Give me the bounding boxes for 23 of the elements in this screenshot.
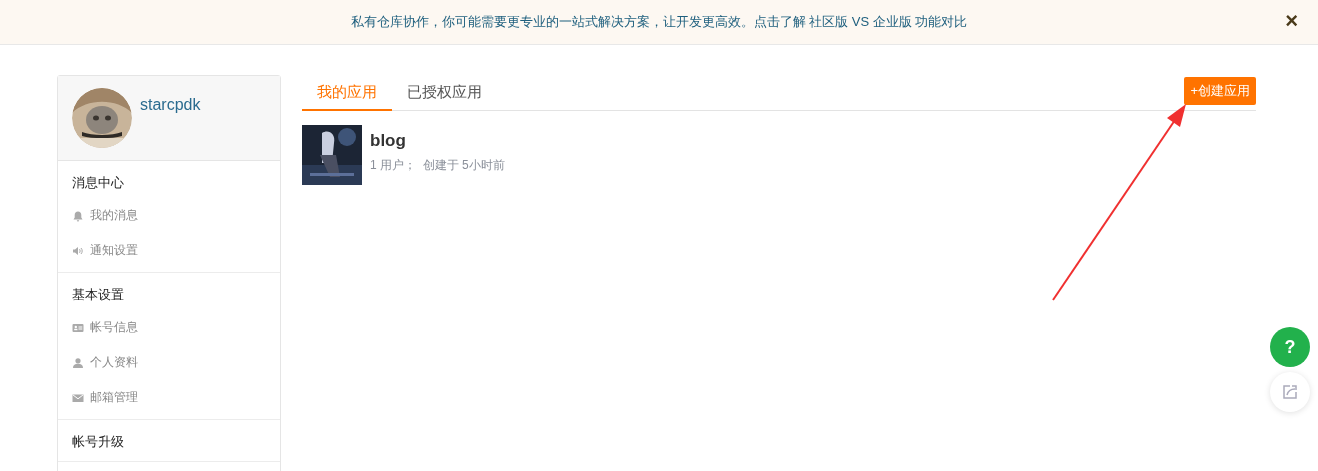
section-title: 帐号升级	[72, 433, 124, 451]
sidebar-item[interactable]: 我的消息	[90, 207, 138, 224]
section-title: 基本设置	[72, 286, 124, 304]
sidebar-item[interactable]: 通知设置	[90, 242, 138, 259]
speaker-icon	[72, 244, 84, 257]
share-icon	[1282, 384, 1298, 400]
user-icon	[72, 356, 84, 369]
tab[interactable]: 已授权应用	[392, 83, 497, 111]
app-meta: 1 用户； 创建于 5小时前	[370, 157, 505, 174]
app-name[interactable]: blog	[370, 131, 406, 151]
help-button[interactable]: ?	[1270, 327, 1310, 367]
share-button[interactable]	[1270, 372, 1310, 412]
tab[interactable]: 我的应用	[302, 83, 392, 111]
id-card-icon	[72, 321, 84, 334]
section-title: 消息中心	[72, 174, 124, 192]
username[interactable]: starcpdk	[140, 96, 201, 114]
promo-text: 私有仓库协作，你可能需要更专业的一站式解决方案，让开发更高效。点击了解 社区版 VS 企业版 功能对比	[350, 13, 968, 31]
sidebar-item[interactable]: 帐号信息	[90, 319, 138, 336]
bell-icon	[72, 209, 84, 222]
create-app-button[interactable]: +创建应用	[1184, 77, 1256, 105]
sidebar-item[interactable]: 个人资料	[90, 354, 138, 371]
sidebar-item[interactable]: 邮箱管理	[90, 389, 138, 406]
close-button[interactable]: ×	[1285, 10, 1298, 32]
